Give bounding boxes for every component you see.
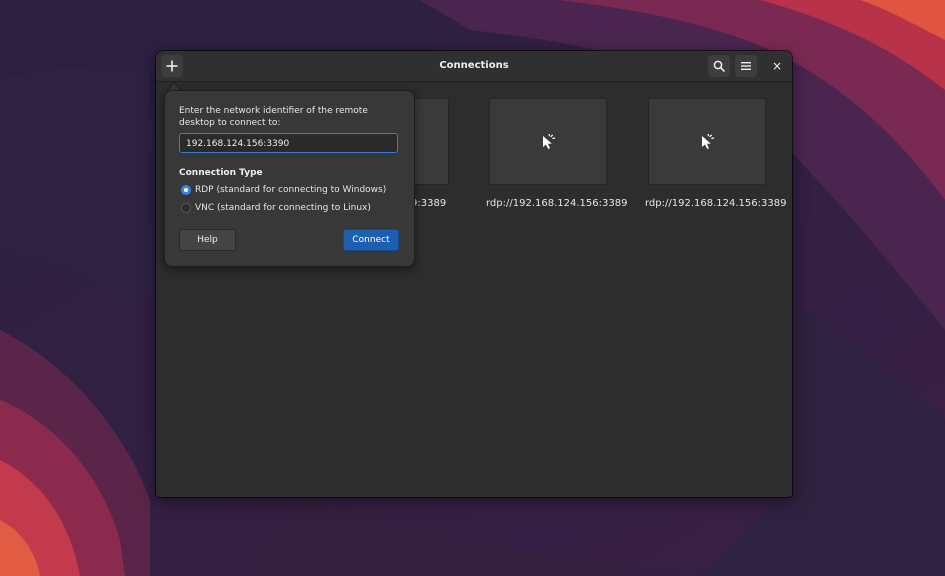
close-icon: × [771, 59, 783, 73]
new-connection-popover: Enter the network identifier of the remo… [164, 90, 415, 267]
main-menu-button[interactable] [735, 55, 757, 77]
remote-pointer-icon [543, 133, 556, 149]
vnc-option[interactable]: VNC (standard for connecting to Linux) [181, 202, 371, 214]
close-button[interactable]: × [766, 55, 788, 77]
search-button[interactable] [708, 55, 730, 77]
window-title: Connections [439, 60, 509, 71]
header-bar: Connections × [156, 51, 792, 82]
connection-label-2[interactable]: rdp://192.168.124.156:3389 [486, 198, 627, 209]
connection-type-heading: Connection Type [179, 168, 263, 178]
help-button[interactable]: Help [179, 229, 236, 251]
add-connection-button[interactable] [161, 55, 183, 77]
connection-thumbnail-3[interactable] [648, 98, 766, 185]
plus-icon [166, 60, 178, 72]
remote-pointer-icon [702, 133, 715, 149]
connection-thumbnail-2[interactable] [489, 98, 607, 185]
rdp-option[interactable]: RDP (standard for connecting to Windows) [181, 184, 386, 196]
desktop: Connections × 9:3389 rdp://192.168.124.1… [0, 0, 945, 576]
vnc-option-label: VNC (standard for connecting to Linux) [195, 203, 371, 213]
address-input[interactable]: 192.168.124.156:3390 [179, 133, 398, 153]
search-icon [713, 60, 725, 72]
connection-label-1[interactable]: 9:3389 [411, 198, 446, 209]
address-prompt: Enter the network identifier of the remo… [179, 106, 368, 128]
connection-label-3[interactable]: rdp://192.168.124.156:3389 [645, 198, 786, 209]
rdp-radio[interactable] [181, 185, 191, 195]
rdp-option-label: RDP (standard for connecting to Windows) [195, 185, 387, 195]
connect-button[interactable]: Connect [343, 229, 399, 251]
vnc-radio[interactable] [181, 203, 191, 213]
hamburger-menu-icon [741, 62, 751, 70]
